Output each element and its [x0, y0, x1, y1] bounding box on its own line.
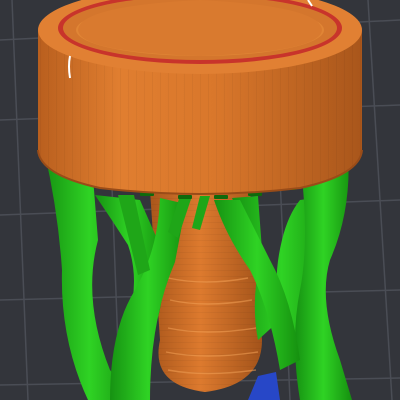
viewport-canvas[interactable] [0, 0, 400, 400]
build-plate-edge [248, 372, 280, 400]
slicer-3d-viewport[interactable] [0, 0, 400, 400]
printed-part-cup [37, 0, 363, 195]
